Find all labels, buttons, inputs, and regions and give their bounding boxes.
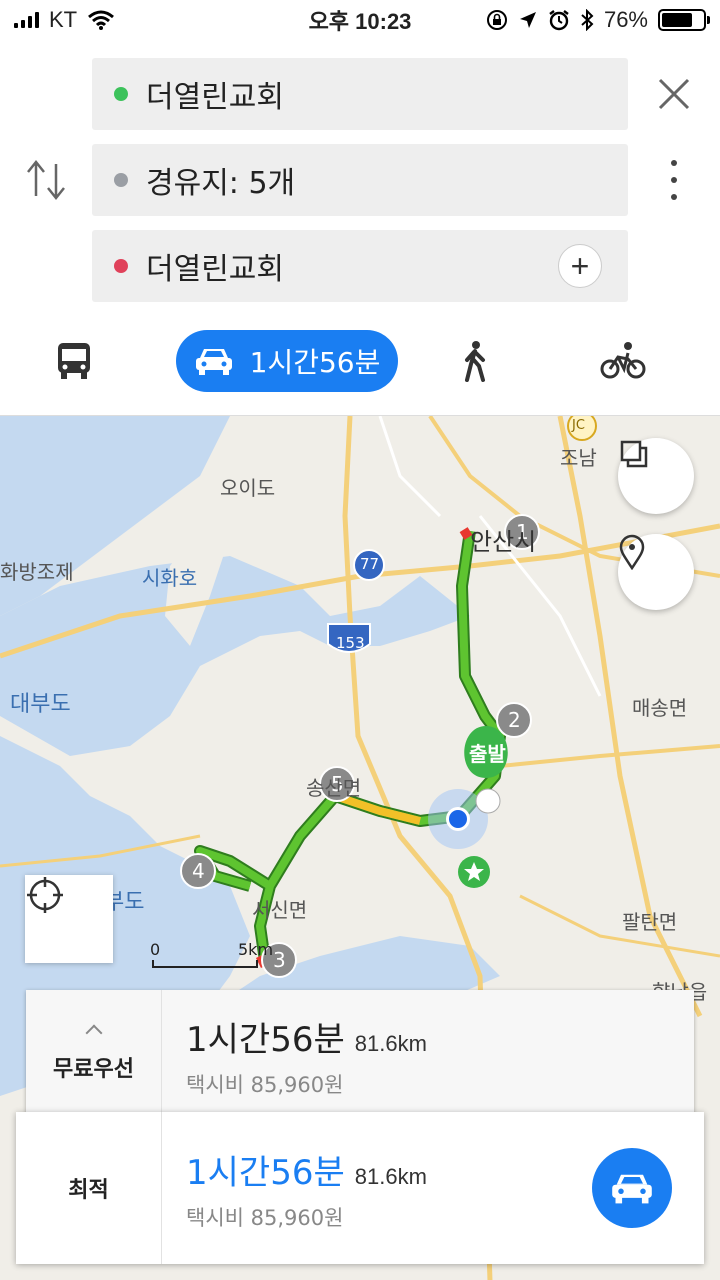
plus-icon: +: [570, 247, 590, 284]
route-distance: 81.6km: [354, 1030, 427, 1056]
route-option-free[interactable]: 무료우선 1시간56분 81.6km 택시비 85,960원: [26, 990, 694, 1120]
chevron-up-icon[interactable]: [85, 1024, 102, 1042]
my-location-button[interactable]: [25, 875, 113, 963]
origin-dot-icon: [114, 87, 128, 101]
waypoint-marker-3[interactable]: 3: [273, 948, 286, 972]
place-label: 안산시: [470, 528, 537, 556]
tab-car[interactable]: 1시간56분: [176, 330, 398, 392]
taxi-fare: 택시비 85,960원: [186, 1205, 344, 1230]
layers-icon: [620, 440, 648, 468]
place-label: 조남: [560, 446, 597, 470]
waypoint-dot-icon: [114, 173, 128, 187]
tab-walk[interactable]: [452, 330, 498, 392]
pin-icon: [619, 534, 645, 570]
waypoint-marker-4[interactable]: 4: [192, 859, 205, 883]
location-arrow-icon: [519, 12, 536, 28]
route-distance: 81.6km: [354, 1163, 427, 1189]
swap-icon[interactable]: [24, 156, 68, 204]
start-navigation-button[interactable]: [592, 1148, 672, 1228]
free-label: 무료우선: [53, 1057, 134, 1082]
crosshair-icon: [27, 877, 63, 913]
route-duration: 1시간56분: [186, 1019, 345, 1060]
close-icon[interactable]: [652, 72, 696, 116]
poi-button[interactable]: [618, 534, 694, 610]
place-label: 팔탄면: [622, 910, 678, 934]
walk-icon: [465, 341, 485, 382]
destination-field[interactable]: 더열린교회 +: [92, 230, 628, 302]
road-badge-jc: JC: [572, 418, 585, 433]
alarm-icon: [549, 10, 569, 31]
destination-text: 더열린교회: [146, 252, 284, 287]
road-badge-77: 77: [360, 555, 380, 573]
place-label: 화방조제: [0, 560, 74, 584]
waypoints-text: 경유지: 5개: [146, 166, 296, 201]
optimal-label: 최적: [68, 1178, 109, 1203]
car-duration: 1시간56분: [249, 346, 381, 379]
route-option-optimal[interactable]: 최적 1시간56분 81.6km 택시비 85,960원: [16, 1112, 704, 1264]
layers-button[interactable]: [618, 438, 694, 514]
origin-field[interactable]: 더열린교회: [92, 58, 628, 130]
bus-icon: [58, 343, 90, 379]
battery-icon: [658, 9, 710, 31]
place-label: 시화호: [142, 566, 198, 590]
add-waypoint-button[interactable]: +: [558, 244, 602, 288]
wifi-icon: [88, 10, 115, 30]
waypoints-field[interactable]: 경유지: 5개: [92, 144, 628, 216]
place-label: 대부도: [10, 692, 71, 717]
bluetooth-icon: [581, 9, 594, 31]
place-label: 오이도: [220, 476, 276, 500]
tab-bike[interactable]: [596, 330, 650, 392]
bike-icon: [600, 342, 646, 379]
scale-end: 5km: [238, 940, 274, 959]
battery-percent: 76%: [603, 7, 648, 32]
route-option-label: 무료우선: [26, 990, 162, 1120]
place-label: 송산면: [306, 776, 362, 800]
tab-transit[interactable]: [48, 330, 100, 392]
lock-rotation-icon: [486, 10, 507, 30]
waypoint-marker-2[interactable]: 2: [508, 708, 521, 732]
more-icon[interactable]: [660, 160, 688, 200]
car-icon: [612, 1174, 652, 1204]
carrier: KT: [49, 7, 78, 32]
clock: 오후 10:23: [308, 9, 412, 34]
car-icon: [195, 349, 232, 375]
place-label: 서신면: [252, 898, 308, 922]
destination-dot-icon: [114, 259, 128, 273]
origin-text: 더열린교회: [146, 80, 284, 115]
signal-icon: [14, 12, 39, 28]
place-label: 매송면: [632, 696, 688, 720]
map-scale: 0 5km: [150, 940, 274, 970]
route-option-label: 최적: [16, 1112, 162, 1264]
route-duration: 1시간56분: [186, 1152, 345, 1193]
start-pin[interactable]: 출발: [469, 738, 506, 767]
scale-start: 0: [150, 940, 161, 959]
taxi-fare: 택시비 85,960원: [186, 1072, 344, 1097]
status-bar: KT 오후 10:23 76%: [0, 0, 720, 40]
road-badge-153: 153: [336, 634, 365, 652]
